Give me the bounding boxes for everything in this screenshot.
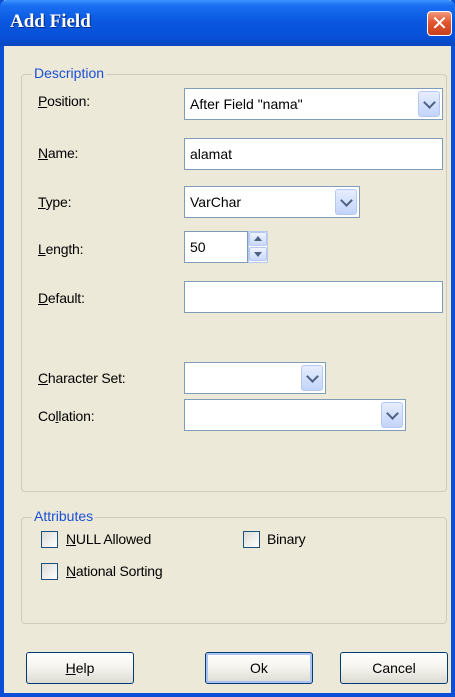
length-value: 50 [190,239,206,255]
name-value: alamat [190,146,233,162]
close-icon: ✕ [431,11,448,35]
title-bar[interactable]: Add Field ✕ [0,0,455,46]
arrow-up-icon[interactable] [249,232,267,246]
ok-button[interactable]: Ok [205,652,313,684]
national-sorting-checkbox[interactable] [41,563,58,580]
name-label: Name: [38,145,79,161]
collation-dropdown[interactable] [184,399,406,431]
national-sorting-label[interactable]: National Sorting [66,563,163,579]
length-input[interactable]: 50 [184,231,248,263]
default-input[interactable] [184,281,443,313]
close-button[interactable]: ✕ [427,11,452,36]
help-button[interactable]: Help [26,652,134,684]
binary-checkbox[interactable] [243,531,260,548]
type-value: VarChar [190,194,242,210]
charset-dropdown[interactable] [184,362,326,394]
description-legend: Description [32,65,107,81]
null-allowed-checkbox[interactable] [41,531,58,548]
cancel-button[interactable]: Cancel [340,652,448,684]
window-title: Add Field [10,11,91,32]
default-label: Default: [38,290,85,306]
position-dropdown[interactable]: After Field "nama" [184,88,443,120]
name-input[interactable]: alamat [184,138,443,170]
collation-label: Collation: [38,408,95,424]
position-value: After Field "nama" [190,96,303,112]
type-dropdown[interactable]: VarChar [184,186,360,218]
charset-label: Character Set: [38,370,126,386]
chevron-down-icon[interactable] [381,402,403,428]
null-allowed-label[interactable]: NULL Allowed [66,531,151,547]
add-field-dialog: Add Field ✕ Description Position: After … [0,0,455,697]
attributes-legend: Attributes [32,508,96,524]
chevron-down-icon[interactable] [418,91,440,117]
chevron-down-icon[interactable] [335,189,357,215]
length-stepper[interactable] [248,231,268,263]
position-label: Position: [38,93,90,109]
type-label: Type: [38,194,72,210]
length-label: Length: [38,241,84,257]
binary-label[interactable]: Binary [267,531,306,547]
chevron-down-icon[interactable] [301,365,323,391]
arrow-down-icon[interactable] [249,247,267,261]
